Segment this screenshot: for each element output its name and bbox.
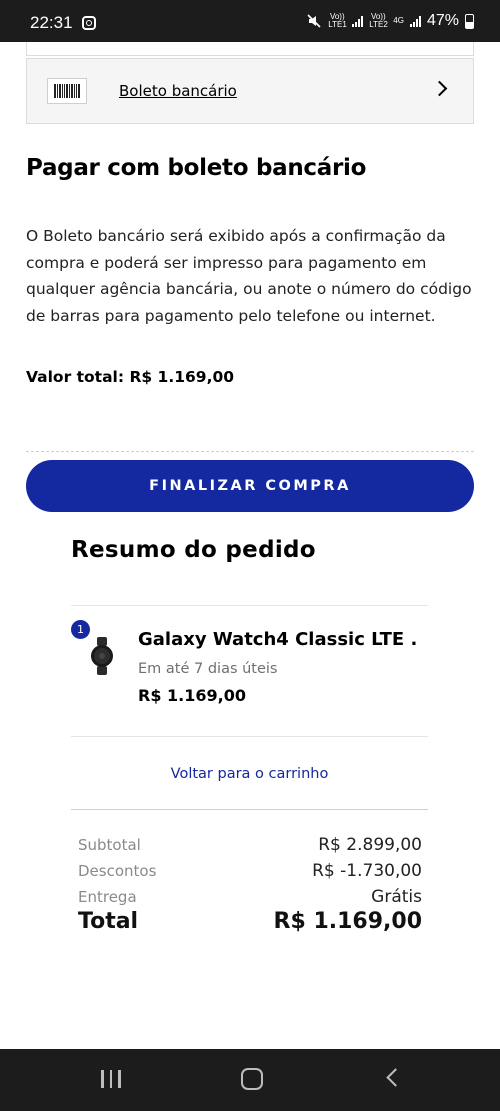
sim2-label: Vo)) LTE2 bbox=[369, 12, 388, 29]
delivery-row: Entrega Grátis bbox=[78, 887, 422, 907]
barcode-icon bbox=[47, 78, 87, 104]
status-icons: Vo)) LTE1 Vo)) LTE2 4G 47% bbox=[306, 12, 474, 30]
mute-icon bbox=[307, 14, 321, 28]
home-icon[interactable] bbox=[241, 1068, 263, 1090]
divider bbox=[71, 736, 428, 737]
status-bar: 22:31 Vo)) LTE1 Vo)) LTE2 4G 47% bbox=[0, 0, 500, 42]
instagram-notification-icon bbox=[82, 16, 96, 30]
section-title: Pagar com boleto bancário bbox=[26, 155, 367, 181]
boleto-description: O Boleto bancário será exibido após a co… bbox=[26, 227, 472, 325]
back-icon[interactable] bbox=[386, 1068, 405, 1087]
battery-icon bbox=[465, 13, 474, 29]
divider bbox=[71, 605, 428, 606]
battery-percentage: 47% bbox=[426, 12, 459, 29]
product-price: R$ 1.169,00 bbox=[138, 686, 246, 705]
subtotal-label: Subtotal bbox=[78, 836, 141, 854]
total-label: Total bbox=[78, 909, 139, 934]
total-value: R$ 1.169,00 bbox=[273, 909, 422, 934]
product-image-watch bbox=[91, 637, 113, 675]
signal-2-icon bbox=[409, 15, 421, 27]
sim1-label: Vo)) LTE1 bbox=[328, 12, 347, 29]
chevron-right-icon[interactable] bbox=[431, 80, 448, 97]
discount-row: Descontos R$ -1.730,00 bbox=[78, 861, 422, 881]
previous-payment-option-edge bbox=[26, 42, 474, 56]
payment-option-boleto[interactable]: Boleto bancário bbox=[26, 58, 474, 124]
order-summary-title: Resumo do pedido bbox=[71, 537, 316, 563]
finalize-purchase-button[interactable]: FINALIZAR COMPRA bbox=[26, 460, 474, 512]
delivery-value: Grátis bbox=[371, 887, 422, 907]
product-delivery-time: Em até 7 dias úteis bbox=[138, 661, 278, 677]
network-type: 4G bbox=[393, 16, 404, 25]
discount-value: R$ -1.730,00 bbox=[312, 861, 422, 881]
system-navigation-bar bbox=[0, 1049, 500, 1111]
delivery-label: Entrega bbox=[78, 888, 137, 906]
discount-label: Descontos bbox=[78, 862, 157, 880]
recent-apps-icon[interactable] bbox=[101, 1070, 121, 1088]
payment-option-label[interactable]: Boleto bancário bbox=[119, 82, 237, 100]
subtotal-row: Subtotal R$ 2.899,00 bbox=[78, 835, 422, 855]
status-time: 22:31 bbox=[30, 13, 73, 32]
product-name: Galaxy Watch4 Classic LTE ... bbox=[138, 629, 418, 650]
back-to-cart-link[interactable]: Voltar para o carrinho bbox=[71, 766, 428, 782]
divider bbox=[26, 451, 474, 452]
signal-1-icon bbox=[352, 15, 364, 27]
total-value-line: Valor total: R$ 1.169,00 bbox=[26, 368, 235, 386]
subtotal-value: R$ 2.899,00 bbox=[318, 835, 422, 855]
total-row: Total R$ 1.169,00 bbox=[78, 909, 422, 934]
divider bbox=[71, 809, 428, 810]
